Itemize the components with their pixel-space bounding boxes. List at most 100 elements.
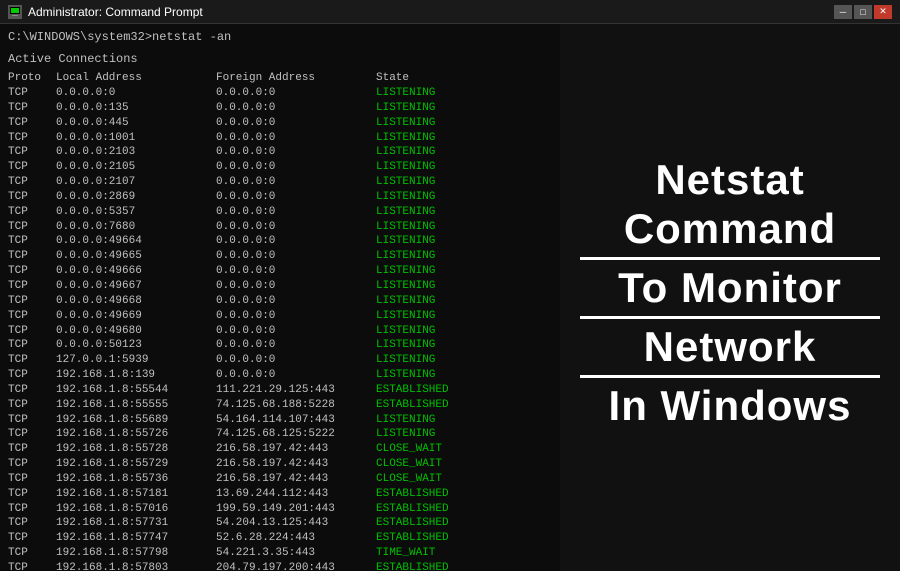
- row-proto: TCP: [8, 249, 56, 264]
- row-foreign: 0.0.0.0:0: [216, 131, 376, 146]
- table-row: TCP 192.168.1.8:55555 74.125.68.188:5228…: [8, 398, 552, 413]
- row-foreign: 13.69.244.112:443: [216, 487, 376, 502]
- table-row: TCP 0.0.0.0:49668 0.0.0.0:0 LISTENING: [8, 294, 552, 309]
- table-row: TCP 192.168.1.8:57731 54.204.13.125:443 …: [8, 516, 552, 531]
- row-foreign: 0.0.0.0:0: [216, 145, 376, 160]
- row-foreign: 0.0.0.0:0: [216, 160, 376, 175]
- window-title: Administrator: Command Prompt: [28, 5, 828, 19]
- row-local: 192.168.1.8:55736: [56, 472, 216, 487]
- table-row: TCP 0.0.0.0:5357 0.0.0.0:0 LISTENING: [8, 205, 552, 220]
- table-row: TCP 192.168.1.8:57016 199.59.149.201:443…: [8, 502, 552, 517]
- table-row: TCP 0.0.0.0:0 0.0.0.0:0 LISTENING: [8, 86, 552, 101]
- row-foreign: 54.164.114.107:443: [216, 413, 376, 428]
- row-proto: TCP: [8, 531, 56, 546]
- row-foreign: 0.0.0.0:0: [216, 309, 376, 324]
- row-state: ESTABLISHED: [376, 398, 496, 413]
- table-row: TCP 0.0.0.0:49664 0.0.0.0:0 LISTENING: [8, 234, 552, 249]
- row-foreign: 0.0.0.0:0: [216, 205, 376, 220]
- table-row: TCP 0.0.0.0:2107 0.0.0.0:0 LISTENING: [8, 175, 552, 190]
- row-proto: TCP: [8, 234, 56, 249]
- row-foreign: 111.221.29.125:443: [216, 383, 376, 398]
- close-button[interactable]: ✕: [874, 5, 892, 19]
- row-local: 127.0.0.1:5939: [56, 353, 216, 368]
- row-proto: TCP: [8, 516, 56, 531]
- row-local: 192.168.1.8:55726: [56, 427, 216, 442]
- table-row: TCP 0.0.0.0:2103 0.0.0.0:0 LISTENING: [8, 145, 552, 160]
- row-state: LISTENING: [376, 249, 496, 264]
- row-local: 192.168.1.8:55728: [56, 442, 216, 457]
- row-state: LISTENING: [376, 338, 496, 353]
- row-proto: TCP: [8, 160, 56, 175]
- row-proto: TCP: [8, 442, 56, 457]
- row-proto: TCP: [8, 502, 56, 517]
- header-foreign: Foreign Address: [216, 72, 376, 84]
- row-proto: TCP: [8, 472, 56, 487]
- row-local: 192.168.1.8:57181: [56, 487, 216, 502]
- title-bar: Administrator: Command Prompt ─ □ ✕: [0, 0, 900, 24]
- table-row: TCP 192.168.1.8:55544 111.221.29.125:443…: [8, 383, 552, 398]
- table-row: TCP 192.168.1.8:57798 54.221.3.35:443 TI…: [8, 546, 552, 561]
- row-foreign: 74.125.68.125:5222: [216, 427, 376, 442]
- row-proto: TCP: [8, 383, 56, 398]
- table-row: TCP 0.0.0.0:49665 0.0.0.0:0 LISTENING: [8, 249, 552, 264]
- row-foreign: 0.0.0.0:0: [216, 101, 376, 116]
- main-container: C:\WINDOWS\system32>netstat -an Active C…: [0, 24, 900, 571]
- table-row: TCP 0.0.0.0:49667 0.0.0.0:0 LISTENING: [8, 279, 552, 294]
- table-row: TCP 192.168.1.8:57181 13.69.244.112:443 …: [8, 487, 552, 502]
- row-foreign: 0.0.0.0:0: [216, 279, 376, 294]
- row-proto: TCP: [8, 487, 56, 502]
- row-proto: TCP: [8, 309, 56, 324]
- row-state: LISTENING: [376, 131, 496, 146]
- row-local: 0.0.0.0:2107: [56, 175, 216, 190]
- row-state: LISTENING: [376, 368, 496, 383]
- row-proto: TCP: [8, 546, 56, 561]
- row-foreign: 0.0.0.0:0: [216, 324, 376, 339]
- window-controls: ─ □ ✕: [834, 5, 892, 19]
- row-local: 0.0.0.0:445: [56, 116, 216, 131]
- header-state: State: [376, 72, 496, 84]
- row-foreign: 0.0.0.0:0: [216, 249, 376, 264]
- row-foreign: 0.0.0.0:0: [216, 116, 376, 131]
- table-row: TCP 0.0.0.0:2869 0.0.0.0:0 LISTENING: [8, 190, 552, 205]
- row-foreign: 54.204.13.125:443: [216, 516, 376, 531]
- row-local: 0.0.0.0:0: [56, 86, 216, 101]
- row-proto: TCP: [8, 413, 56, 428]
- row-proto: TCP: [8, 116, 56, 131]
- row-state: LISTENING: [376, 190, 496, 205]
- row-local: 192.168.1.8:57747: [56, 531, 216, 546]
- overlay-line1: Netstat Command: [580, 156, 880, 260]
- table-row: TCP 192.168.1.8:55728 216.58.197.42:443 …: [8, 442, 552, 457]
- table-row: TCP 0.0.0.0:445 0.0.0.0:0 LISTENING: [8, 116, 552, 131]
- row-proto: TCP: [8, 368, 56, 383]
- row-proto: TCP: [8, 457, 56, 472]
- minimize-button[interactable]: ─: [834, 5, 852, 19]
- row-proto: TCP: [8, 145, 56, 160]
- row-state: TIME_WAIT: [376, 546, 496, 561]
- row-proto: TCP: [8, 561, 56, 571]
- row-state: ESTABLISHED: [376, 502, 496, 517]
- row-proto: TCP: [8, 398, 56, 413]
- row-state: LISTENING: [376, 116, 496, 131]
- table-row: TCP 0.0.0.0:50123 0.0.0.0:0 LISTENING: [8, 338, 552, 353]
- row-local: 0.0.0.0:50123: [56, 338, 216, 353]
- row-foreign: 0.0.0.0:0: [216, 294, 376, 309]
- row-proto: TCP: [8, 264, 56, 279]
- row-foreign: 0.0.0.0:0: [216, 86, 376, 101]
- table-row: TCP 192.168.1.8:57803 204.79.197.200:443…: [8, 561, 552, 571]
- app-icon: [8, 5, 22, 19]
- row-proto: TCP: [8, 131, 56, 146]
- overlay-line4: In Windows: [580, 382, 880, 434]
- row-state: LISTENING: [376, 145, 496, 160]
- maximize-button[interactable]: □: [854, 5, 872, 19]
- row-state: CLOSE_WAIT: [376, 472, 496, 487]
- row-foreign: 0.0.0.0:0: [216, 264, 376, 279]
- row-state: LISTENING: [376, 413, 496, 428]
- row-local: 192.168.1.8:55729: [56, 457, 216, 472]
- row-local: 192.168.1.8:139: [56, 368, 216, 383]
- row-state: LISTENING: [376, 234, 496, 249]
- row-foreign: 216.58.197.42:443: [216, 442, 376, 457]
- row-state: LISTENING: [376, 353, 496, 368]
- row-local: 0.0.0.0:49680: [56, 324, 216, 339]
- row-proto: TCP: [8, 279, 56, 294]
- table-header: Proto Local Address Foreign Address Stat…: [8, 72, 552, 84]
